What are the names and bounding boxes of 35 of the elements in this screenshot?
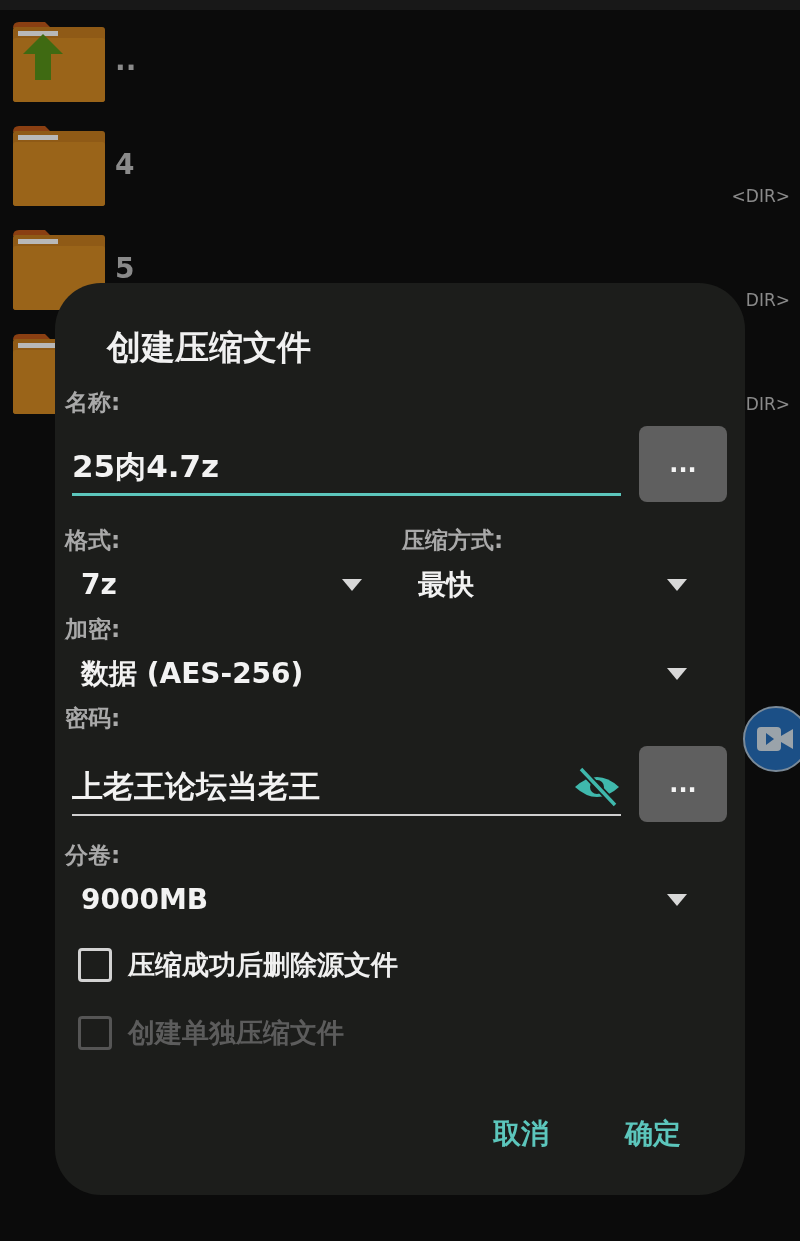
caret-icon — [667, 893, 687, 906]
confirm-button[interactable]: 确定 — [625, 1115, 681, 1153]
dropdown[interactable]: 9000MB — [65, 872, 727, 927]
folder-icon — [13, 334, 55, 414]
field-label: 密码: — [65, 704, 122, 733]
field-label: 分卷: — [65, 841, 122, 870]
more-button[interactable]: ... — [639, 746, 727, 822]
field-label: 名称: — [65, 388, 122, 417]
dialog-title: 创建压缩文件 — [107, 327, 312, 367]
eye-off-icon[interactable] — [573, 767, 621, 807]
field-label: 加密: — [65, 615, 122, 644]
file-name[interactable]: 4 — [115, 148, 135, 181]
password-field[interactable]: 上老王论坛当老王 — [72, 758, 621, 816]
folder-icon — [13, 126, 105, 206]
checkbox-option: 创建单独压缩文件 — [78, 1007, 344, 1059]
dropdown[interactable]: 最快 — [402, 557, 727, 612]
parent-folder-icon — [13, 22, 105, 102]
video-camera-icon — [755, 724, 795, 754]
video-call-button[interactable] — [743, 706, 800, 772]
field-label: 格式: — [65, 526, 122, 555]
name-field[interactable]: 25肉4.7z — [72, 438, 621, 496]
dir-tag: DIR> — [745, 290, 790, 310]
caret-icon — [342, 578, 362, 591]
caret-icon — [667, 578, 687, 591]
caret-icon — [667, 667, 687, 680]
checkbox-option[interactable]: 压缩成功后删除源文件 — [78, 939, 398, 991]
dropdown[interactable]: 7z — [65, 557, 402, 612]
file-name[interactable]: .. — [115, 44, 137, 77]
dropdown[interactable]: 数据 (AES-256) — [65, 646, 727, 701]
field-label: 压缩方式: — [402, 526, 505, 555]
dir-tag: <DIR> — [731, 186, 790, 206]
dir-tag: DIR> — [745, 394, 790, 414]
file-name[interactable]: 5 — [115, 252, 135, 285]
cancel-button[interactable]: 取消 — [493, 1115, 549, 1153]
more-button[interactable]: ... — [639, 426, 727, 502]
